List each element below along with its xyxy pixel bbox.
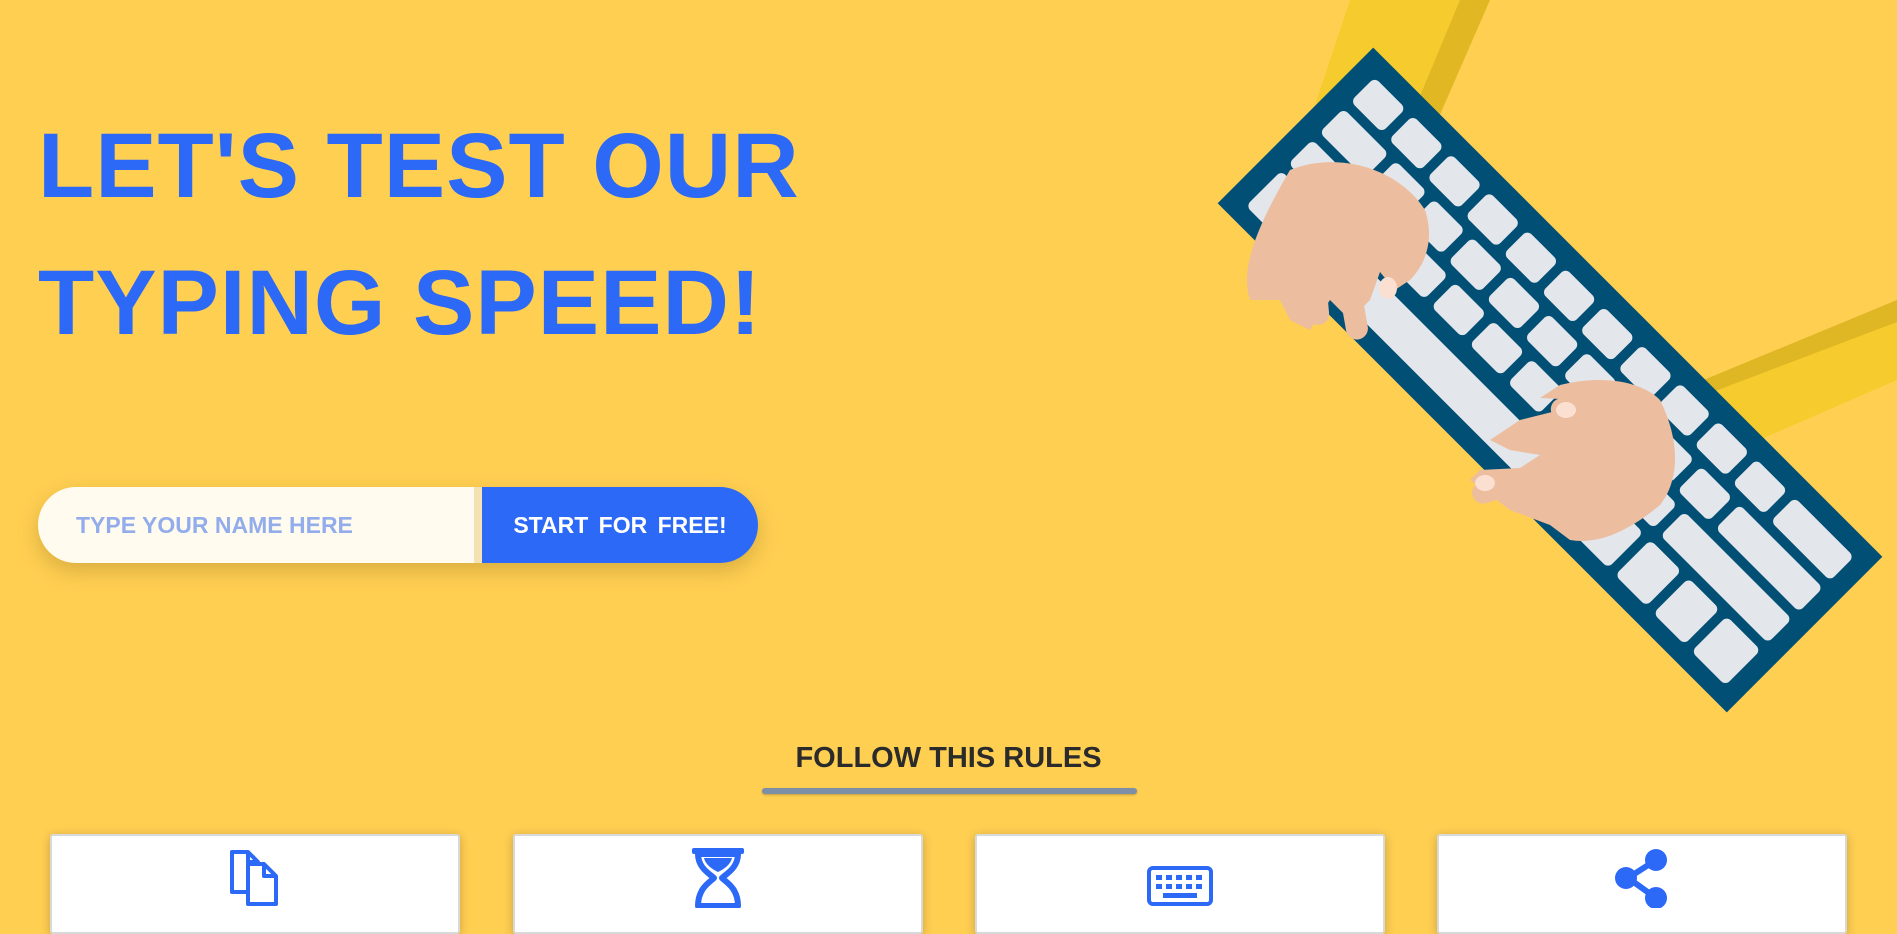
rule-card-copy bbox=[50, 834, 460, 934]
copy-files-icon bbox=[220, 846, 290, 906]
signup-form: START FOR FREE! bbox=[38, 487, 758, 563]
hero-title: LET'S TEST OUR TYPING SPEED! bbox=[38, 98, 858, 372]
rule-card-hourglass bbox=[513, 834, 923, 934]
hero-title-line-1: LET'S TEST OUR bbox=[38, 115, 800, 217]
hands-typing-illustration bbox=[1217, 0, 1897, 713]
hourglass-icon bbox=[683, 846, 753, 908]
rule-card-share bbox=[1437, 834, 1847, 934]
hero-title-line-2: TYPING SPEED! bbox=[38, 252, 762, 354]
rule-card-keyboard bbox=[975, 834, 1385, 934]
rules-heading-underline bbox=[762, 788, 1137, 794]
start-button[interactable]: START FOR FREE! bbox=[482, 487, 758, 563]
name-input[interactable] bbox=[38, 487, 474, 563]
rules-heading: FOLLOW THIS RULES bbox=[795, 742, 1102, 774]
keyboard-icon bbox=[1145, 846, 1215, 906]
share-icon bbox=[1607, 846, 1677, 908]
input-divider bbox=[474, 487, 482, 563]
